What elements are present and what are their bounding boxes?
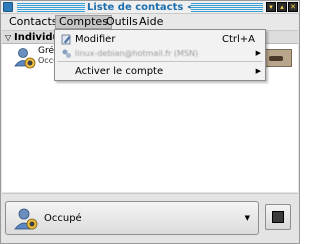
- status-bar: Occupé ▼: [2, 193, 298, 243]
- status-label: Occupé: [44, 213, 82, 224]
- chevron-down-icon[interactable]: ▼: [245, 202, 250, 235]
- menu-contacts-label: Contacts: [9, 15, 58, 28]
- menu-comptes-label: Comptes: [59, 15, 108, 28]
- group-label: Individu: [14, 32, 60, 43]
- menu-item-activer-compte[interactable]: Activer le compte ▶: [55, 64, 265, 79]
- account-status-icon: [62, 49, 71, 58]
- menu-item-activer-compte-label: Activer le compte: [75, 66, 164, 77]
- expand-arrow-icon[interactable]: ▽: [5, 31, 11, 44]
- menu-separator: [57, 61, 263, 62]
- menu-item-account-label: linux-debian@hotmail.fr (MSN): [75, 49, 199, 58]
- edit-icon: [61, 34, 71, 45]
- window-title: Liste de contacts <2>: [87, 2, 211, 13]
- contact-photo: [262, 49, 292, 67]
- title-bar[interactable]: Liste de contacts <2> ▾ ▴ ✕: [1, 1, 299, 14]
- maximize-icon[interactable]: ▴: [277, 2, 287, 12]
- menu-aide[interactable]: Aide: [136, 15, 166, 29]
- menu-item-modifier[interactable]: Modifier Ctrl+A: [55, 32, 265, 47]
- menu-item-modifier-shortcut: Ctrl+A: [221, 34, 255, 45]
- submenu-arrow-icon: ▶: [255, 67, 261, 75]
- minimize-icon[interactable]: ▾: [266, 2, 276, 12]
- menu-item-modifier-label: Modifier: [75, 34, 116, 45]
- menu-outils-label: Outils: [106, 15, 138, 28]
- status-selector[interactable]: Occupé ▼: [5, 201, 259, 235]
- buddy-busy-icon: [14, 48, 36, 69]
- title-bar-decoration: [17, 3, 85, 12]
- menu-contacts[interactable]: Contacts: [6, 15, 61, 29]
- title-bar-decoration: [191, 3, 263, 12]
- buddy-icon-preview: [272, 211, 284, 223]
- app-menu-icon[interactable]: [3, 2, 13, 12]
- buddy-icon-button[interactable]: [265, 204, 291, 230]
- close-icon[interactable]: ✕: [288, 2, 298, 12]
- menu-aide-label: Aide: [139, 15, 164, 28]
- menu-bar: Contacts Comptes Outils Aide: [1, 14, 299, 30]
- busy-status-icon: [14, 208, 38, 230]
- contact-list-window: Liste de contacts <2> ▾ ▴ ✕ Contacts Com…: [0, 0, 300, 244]
- menu-item-account[interactable]: linux-debian@hotmail.fr (MSN) ▶: [55, 46, 265, 61]
- submenu-arrow-icon: ▶: [255, 49, 261, 57]
- comptes-dropdown-menu: Modifier Ctrl+A linux-debian@hotmail.fr …: [54, 29, 266, 81]
